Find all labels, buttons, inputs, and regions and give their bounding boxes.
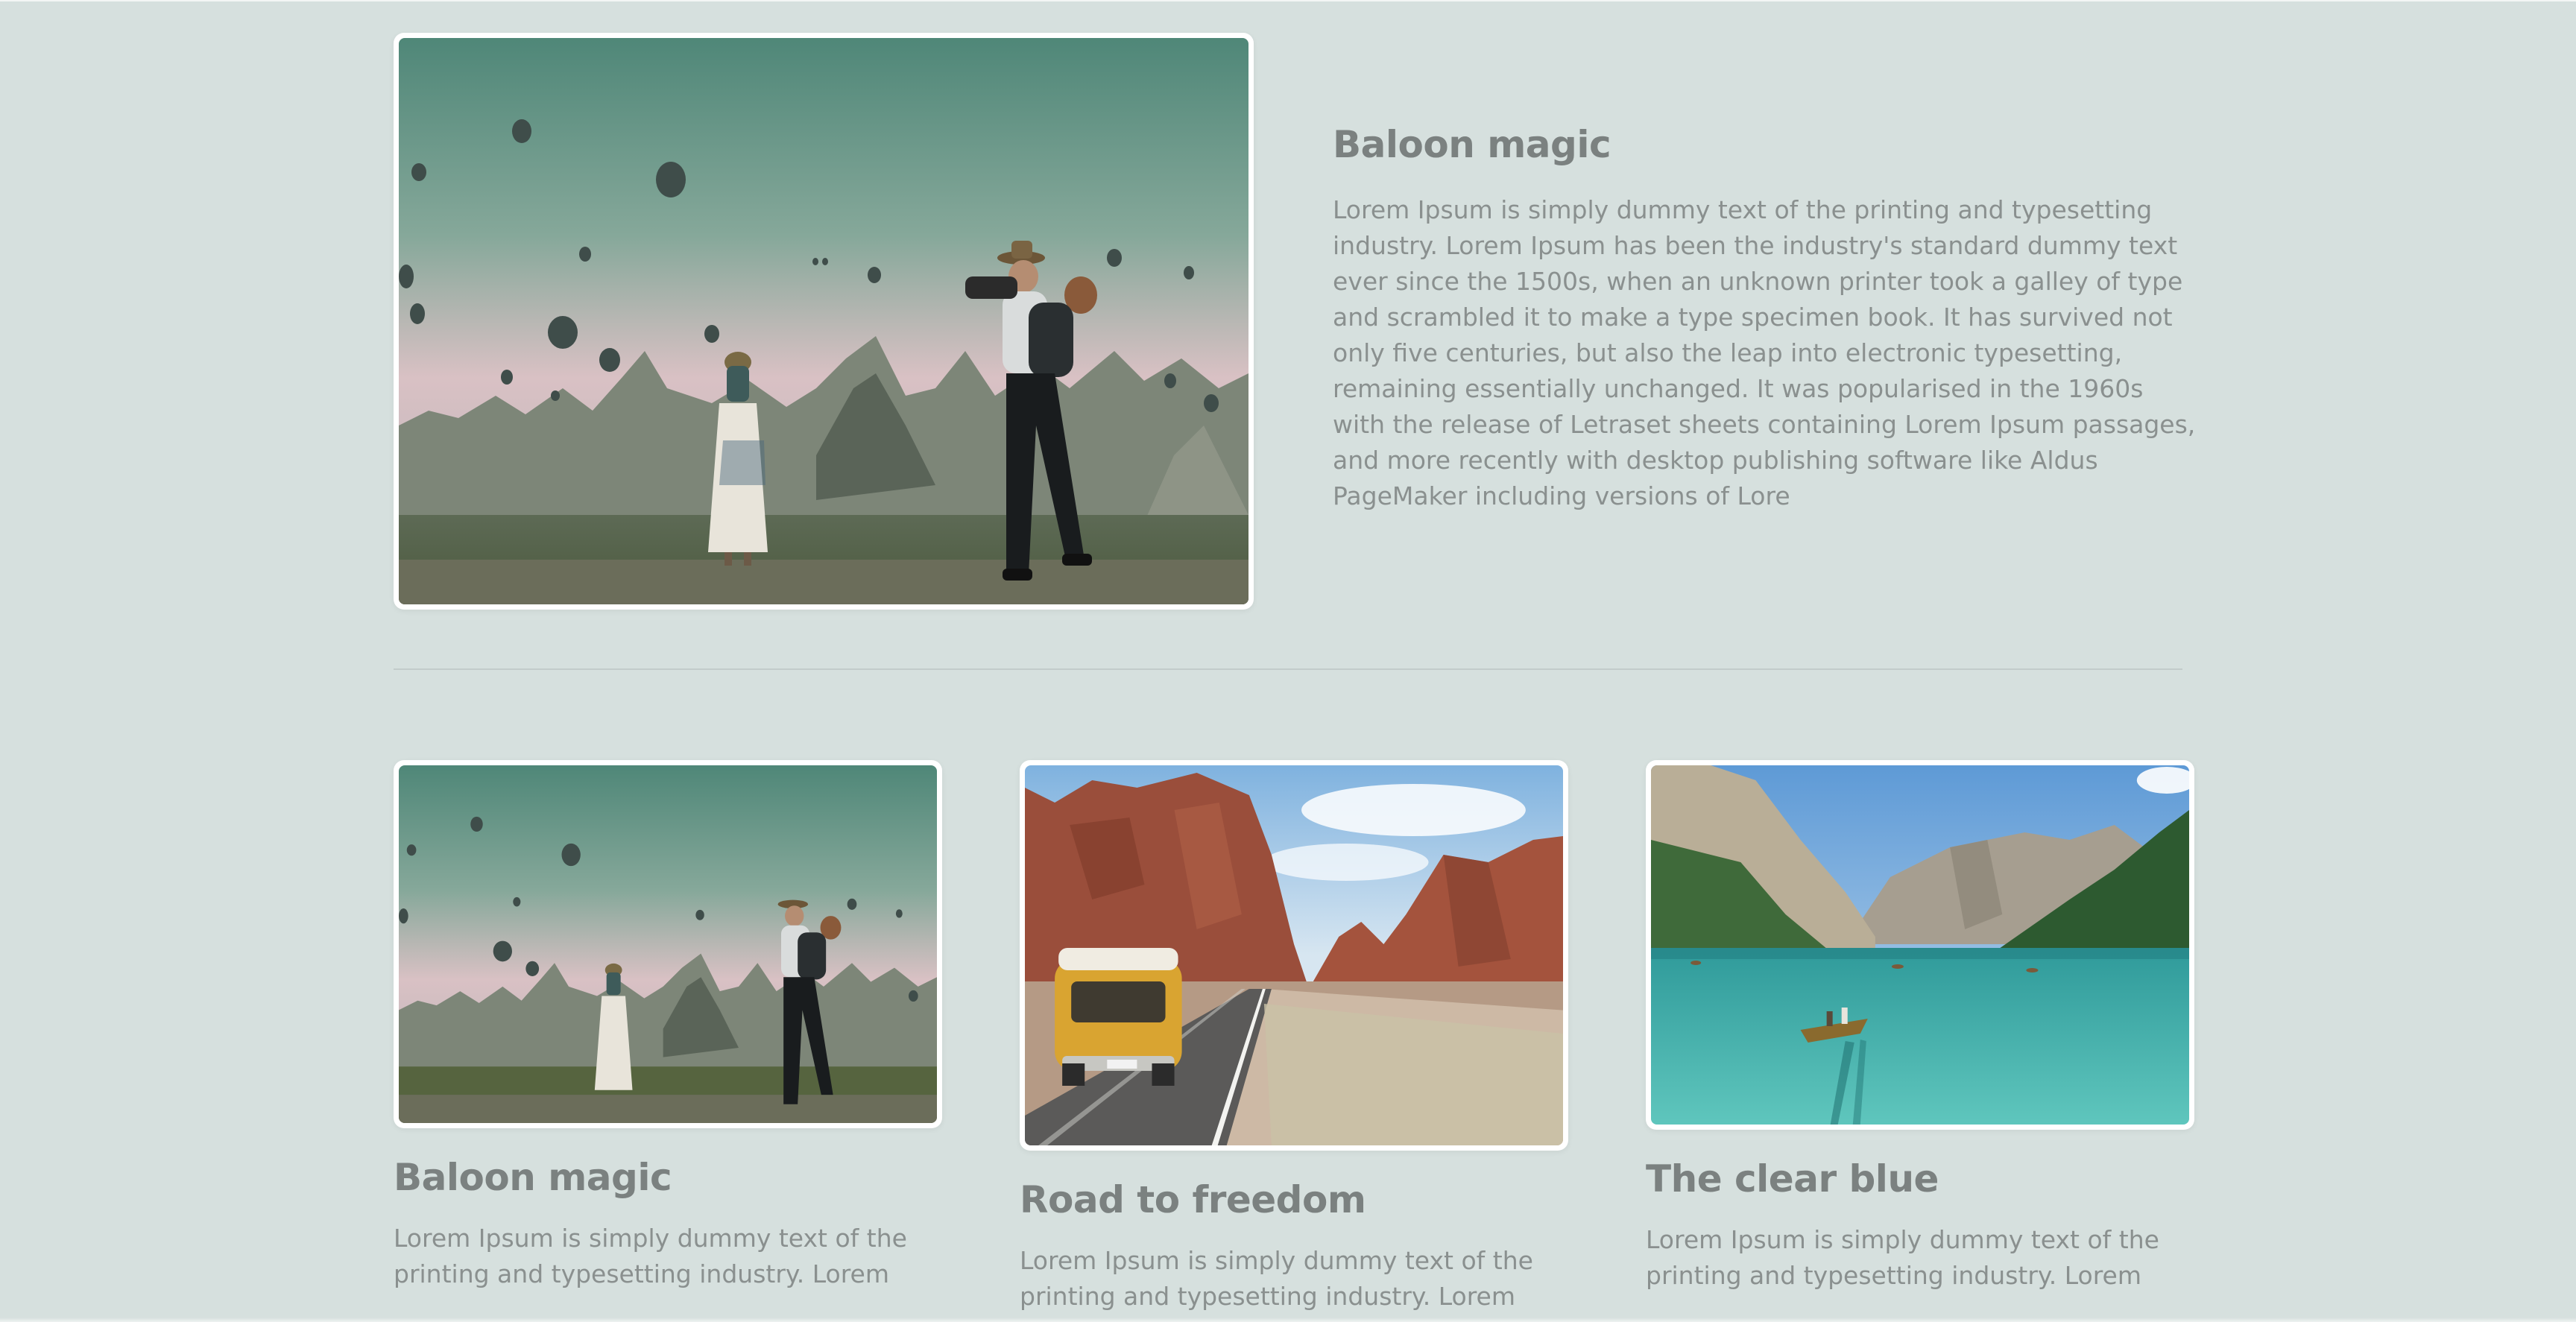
featured-post: Baloon magic Lorem Ipsum is simply dummy… (394, 33, 2195, 611)
post-card[interactable]: Baloon magic Lorem Ipsum is simply dummy… (394, 760, 942, 1292)
balloons-photo-illustration (399, 38, 1248, 604)
featured-text: Baloon magic Lorem Ipsum is simply dummy… (1333, 122, 2197, 514)
section-divider (394, 668, 2182, 670)
card-title[interactable]: Road to freedom (1020, 1177, 1568, 1222)
mountain-lake-photo (1651, 765, 2189, 1125)
mountain-lake-illustration (1651, 765, 2189, 1125)
yellow-van (1055, 948, 1182, 1086)
window-bottom-edge (0, 1318, 2576, 1322)
card-body: Lorem Ipsum is simply dummy text of the … (1020, 1246, 1533, 1311)
featured-title: Baloon magic (1333, 123, 1611, 166)
card-image-frame[interactable] (1020, 760, 1568, 1151)
balloons-photo-illustration (399, 765, 937, 1123)
card-image-frame[interactable] (1646, 760, 2194, 1130)
card-body: Lorem Ipsum is simply dummy text of the … (394, 1224, 907, 1288)
card-body: Lorem Ipsum is simply dummy text of the … (1646, 1225, 2159, 1290)
featured-image-frame[interactable] (394, 33, 1254, 610)
post-card[interactable]: Road to freedom Lorem Ipsum is simply du… (1020, 760, 1568, 1315)
post-card[interactable]: The clear blue Lorem Ipsum is simply dum… (1646, 760, 2194, 1294)
window-top-edge (0, 0, 2576, 1)
balloons-photo (399, 765, 937, 1123)
card-image-frame[interactable] (394, 760, 942, 1128)
van-desert-road-illustration (1025, 765, 1563, 1145)
card-title[interactable]: Baloon magic (394, 1155, 942, 1200)
card-title[interactable]: The clear blue (1646, 1157, 2194, 1201)
balloons-photo (399, 38, 1248, 604)
van-desert-road-photo (1025, 765, 1563, 1145)
featured-body: Lorem Ipsum is simply dummy text of the … (1333, 195, 2196, 510)
